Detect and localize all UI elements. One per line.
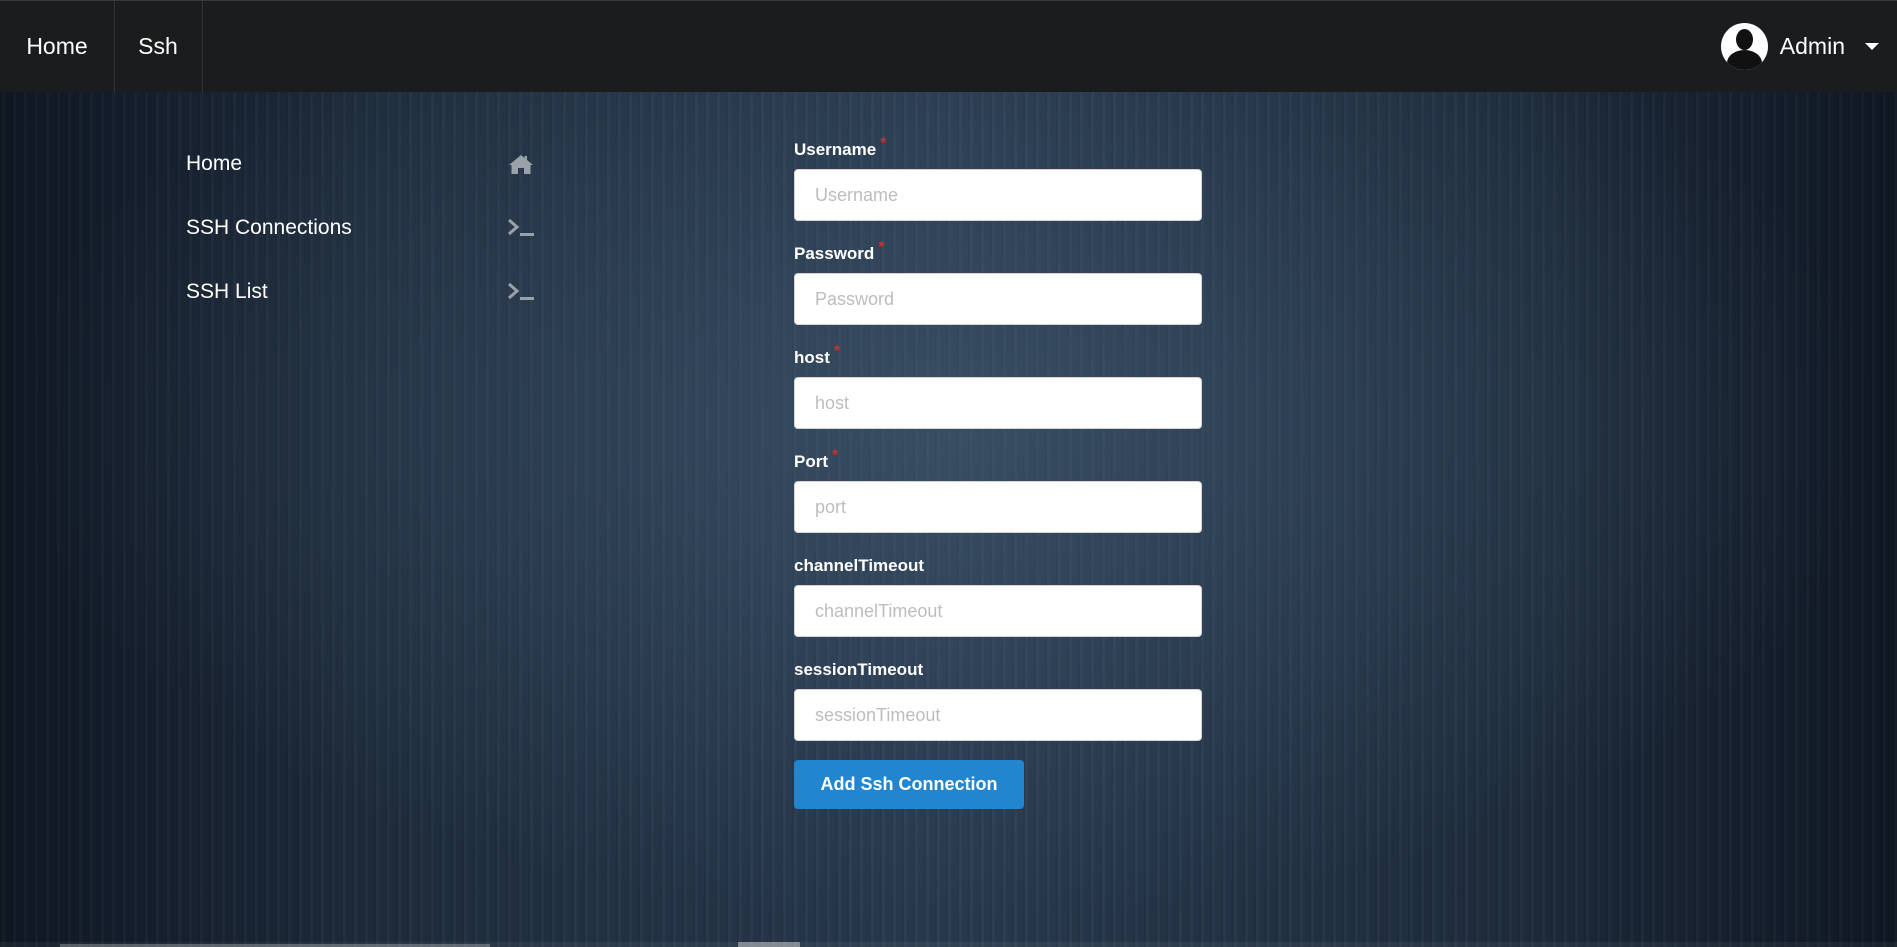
horizontal-scrollbar[interactable] bbox=[0, 942, 1897, 947]
port-input[interactable] bbox=[794, 481, 1202, 533]
password-label: Password * bbox=[794, 239, 885, 264]
host-label: host * bbox=[794, 343, 841, 368]
port-label: Port * bbox=[794, 447, 839, 472]
channel-timeout-label: channelTimeout bbox=[794, 556, 925, 575]
required-marker: * bbox=[832, 447, 839, 464]
top-navbar: Home Ssh Admin bbox=[0, 0, 1897, 92]
scrollbar-thumb[interactable] bbox=[738, 942, 800, 947]
sidebar-menu: Home SSH Connections SSH List bbox=[186, 132, 536, 324]
nav-ssh[interactable]: Ssh bbox=[114, 1, 203, 92]
host-input[interactable] bbox=[794, 377, 1202, 429]
port-field-group: Port * bbox=[794, 447, 1202, 554]
required-marker: * bbox=[878, 239, 885, 256]
channel-timeout-field-group: channelTimeout bbox=[794, 554, 1202, 658]
home-icon bbox=[506, 152, 536, 176]
required-marker: * bbox=[880, 135, 887, 152]
sidebar-item-label: SSH Connections bbox=[186, 216, 352, 239]
username-field-group: Username * bbox=[794, 135, 1202, 242]
nav-home-label: Home bbox=[26, 33, 88, 59]
terminal-icon bbox=[506, 216, 536, 240]
sidebar-item-home[interactable]: Home bbox=[186, 132, 536, 196]
ssh-connection-form: Username* Password* host* Port* channelT… bbox=[794, 135, 1202, 809]
required-marker: * bbox=[833, 343, 841, 360]
sidebar-item-ssh-list[interactable]: SSH List bbox=[186, 260, 536, 324]
user-menu-dropdown[interactable]: Admin bbox=[1720, 1, 1879, 92]
nav-home[interactable]: Home bbox=[0, 1, 115, 92]
sidebar-item-label: SSH List bbox=[186, 280, 268, 303]
avatar bbox=[1720, 23, 1768, 70]
add-ssh-connection-button[interactable]: Add Ssh Connection bbox=[794, 760, 1024, 809]
password-field-group: Password * bbox=[794, 239, 1202, 346]
chevron-down-icon bbox=[1865, 43, 1879, 50]
nav-ssh-label: Ssh bbox=[138, 33, 178, 59]
username-input[interactable] bbox=[794, 169, 1202, 221]
session-timeout-label: sessionTimeout bbox=[794, 660, 924, 679]
session-timeout-input[interactable] bbox=[794, 689, 1202, 741]
host-field-group: host * bbox=[794, 343, 1202, 450]
session-timeout-field-group: sessionTimeout bbox=[794, 658, 1202, 762]
sidebar-item-ssh-connections[interactable]: SSH Connections bbox=[186, 196, 536, 260]
sidebar-item-label: Home bbox=[186, 152, 243, 175]
username-label: Username * bbox=[794, 135, 887, 160]
password-input[interactable] bbox=[794, 273, 1202, 325]
user-name: Admin bbox=[1779, 33, 1845, 59]
terminal-icon bbox=[506, 280, 536, 304]
channel-timeout-input[interactable] bbox=[794, 585, 1202, 637]
